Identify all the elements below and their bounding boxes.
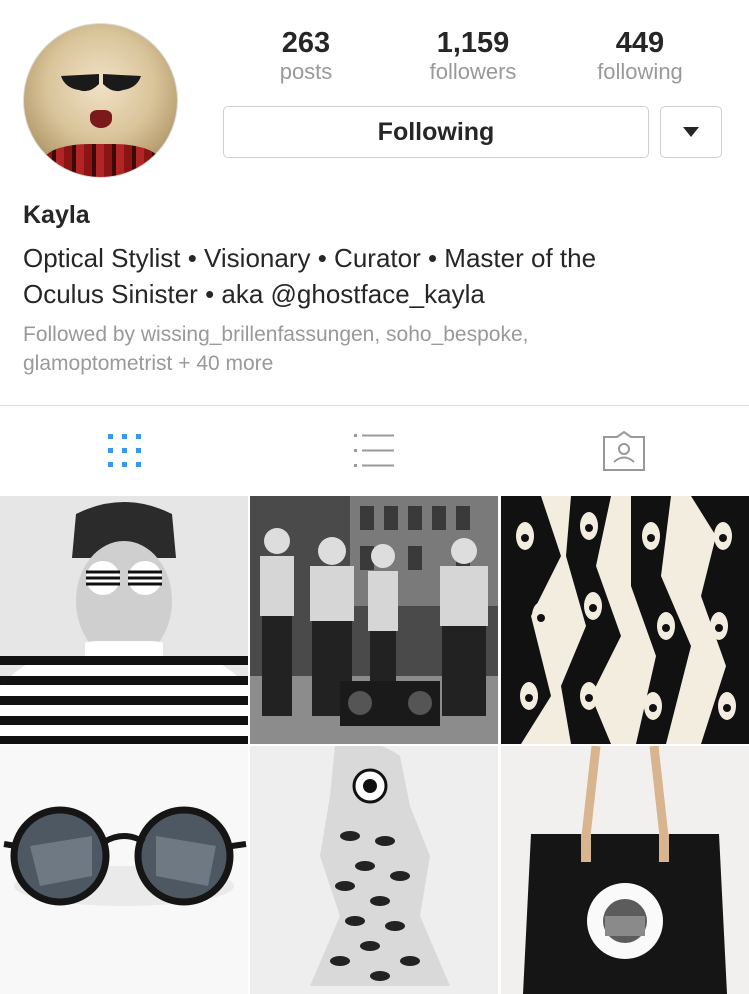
post-4-image [0, 746, 248, 994]
bio-line-1: Optical Stylist • Visionary • Curator • … [23, 243, 597, 273]
stat-following-label: following [597, 59, 683, 84]
followed-by-line-1: Followed by wissing_brillenfassungen, so… [23, 323, 529, 346]
tab-tagged-photos[interactable] [499, 406, 748, 496]
stat-followers-label: followers [429, 59, 517, 84]
tab-list-view[interactable] [249, 406, 498, 496]
avatar-mouth [90, 110, 112, 128]
bio-line-2[interactable]: Oculus Sinister • aka @ghostface_kayla [23, 276, 723, 312]
followed-by[interactable]: Followed by wissing_brillenfassungen, so… [23, 320, 723, 378]
post-3-image [501, 496, 749, 744]
stat-following[interactable]: 449 following [570, 26, 710, 84]
stat-following-value: 449 [615, 27, 665, 59]
post-thumbnail-6[interactable] [501, 746, 749, 994]
post-2-image [250, 496, 498, 744]
avatar-shirt [44, 144, 159, 177]
stat-followers-value: 1,159 [436, 27, 510, 59]
stat-posts[interactable]: 263 posts [236, 26, 376, 84]
list-view-icon [353, 434, 394, 467]
grid-view-icon [107, 434, 141, 467]
post-thumbnail-1[interactable] [0, 496, 248, 744]
tab-grid-view[interactable] [0, 406, 249, 496]
post-6-image [501, 746, 749, 994]
stat-followers[interactable]: 1,159 followers [403, 26, 543, 84]
avatar-sunglasses [61, 74, 141, 92]
profile-header: 263 posts 1,159 followers 449 following … [0, 0, 749, 405]
profile-bio: Optical Stylist • Visionary • Curator • … [23, 240, 723, 312]
post-thumbnail-3[interactable] [501, 496, 749, 744]
profile-name: Kayla [23, 201, 90, 229]
post-thumbnail-5[interactable] [250, 746, 498, 994]
caret-down-icon [683, 127, 699, 137]
profile-avatar[interactable] [23, 23, 178, 178]
post-1-image [0, 496, 248, 744]
profile-tabs [0, 405, 749, 496]
following-button[interactable]: Following [223, 106, 649, 158]
tagged-photos-icon [602, 431, 645, 471]
followed-by-line-2: glamoptometrist + 40 more [23, 352, 274, 375]
stat-posts-value: 263 [281, 27, 331, 59]
stat-posts-label: posts [279, 59, 333, 84]
post-5-image [250, 746, 498, 994]
post-thumbnail-4[interactable] [0, 746, 248, 994]
post-thumbnail-2[interactable] [250, 496, 498, 744]
follow-options-button[interactable] [660, 106, 722, 158]
